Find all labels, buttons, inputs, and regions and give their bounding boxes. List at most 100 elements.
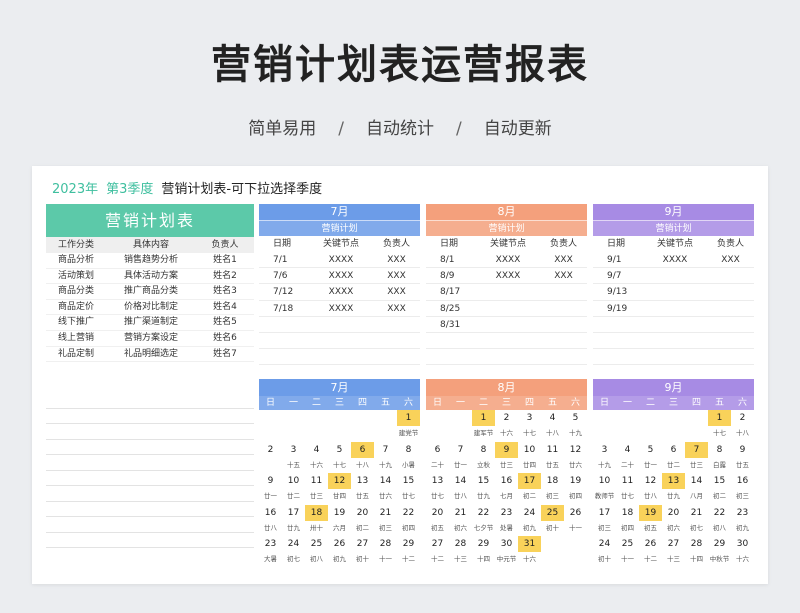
calendar-day[interactable]: 28 十四 <box>685 536 708 568</box>
table-row[interactable]: 线上营销 营销方案设定 姓名6 <box>46 331 254 347</box>
calendar-day[interactable]: 12 廿六 <box>564 442 587 474</box>
calendar-day[interactable]: 15 廿九 <box>472 473 495 505</box>
calendar-day[interactable]: 5 廿一 <box>639 442 662 474</box>
calendar-day[interactable]: 12 甘四 <box>328 473 351 505</box>
calendar-day[interactable]: 14 廿八 <box>449 473 472 505</box>
calendar-day[interactable]: 20 初二 <box>351 505 374 537</box>
calendar-day[interactable]: 20 初六 <box>662 505 685 537</box>
calendar-day[interactable]: 1 建军节 <box>472 410 495 442</box>
calendar-day[interactable]: 24 初七 <box>282 536 305 568</box>
calendar-day[interactable]: 25 十一 <box>616 536 639 568</box>
empty-row[interactable] <box>46 393 254 409</box>
calendar-day[interactable]: 23 初九 <box>731 505 754 537</box>
quarter-selector[interactable]: 第3季度 <box>106 182 153 197</box>
calendar-day[interactable]: 18 初三 <box>541 473 564 505</box>
table-row[interactable] <box>426 349 587 366</box>
calendar-day[interactable]: 31 十六 <box>518 536 541 568</box>
calendar-day[interactable]: 23 处暑 <box>495 505 518 537</box>
calendar-day[interactable]: 7 十九 <box>374 442 397 474</box>
calendar-day[interactable]: 14 八月 <box>685 473 708 505</box>
calendar-day[interactable]: 10 廿二 <box>282 473 305 505</box>
table-row[interactable]: 7/12 XXXX XXX <box>259 284 420 301</box>
calendar-day[interactable]: 22 初四 <box>397 505 420 537</box>
table-row[interactable]: 商品分类 推广商品分类 姓名3 <box>46 284 254 300</box>
table-row[interactable]: 礼品定制 礼品明细选定 姓名7 <box>46 347 254 363</box>
calendar-day[interactable]: 13 廿五 <box>351 473 374 505</box>
empty-row[interactable] <box>46 486 254 502</box>
calendar-day[interactable]: 23 大暑 <box>259 536 282 568</box>
table-row[interactable]: 线下推广 推广渠道制定 姓名5 <box>46 315 254 331</box>
calendar-day[interactable]: 5 十七 <box>328 442 351 474</box>
calendar-day[interactable]: 10 教师节 <box>593 473 616 505</box>
calendar-day[interactable]: 26 十一 <box>564 505 587 537</box>
calendar-day[interactable]: 2 <box>259 442 282 474</box>
calendar-day[interactable]: 11 廿五 <box>541 442 564 474</box>
calendar-day[interactable]: 24 初九 <box>518 505 541 537</box>
empty-row[interactable] <box>46 440 254 455</box>
calendar-day[interactable]: 8 立秋 <box>472 442 495 474</box>
calendar-day[interactable]: 4 十八 <box>541 410 564 442</box>
calendar-day[interactable]: 2 十八 <box>731 410 754 442</box>
calendar-day[interactable]: 9 廿五 <box>731 442 754 474</box>
calendar-day[interactable]: 30 中元节 <box>495 536 518 568</box>
table-row[interactable]: 9/7 <box>593 268 754 285</box>
calendar-day[interactable]: 3 十七 <box>518 410 541 442</box>
calendar-day[interactable]: 24 初十 <box>593 536 616 568</box>
calendar-day[interactable]: 18 卅十 <box>305 504 328 537</box>
calendar-day[interactable]: 8 小暑 <box>397 442 420 474</box>
table-row[interactable] <box>259 349 420 366</box>
calendar-day[interactable]: 15 廿七 <box>397 473 420 505</box>
empty-row[interactable] <box>46 409 254 424</box>
calendar-day[interactable]: 28 十一 <box>374 536 397 568</box>
calendar-day[interactable]: 9 廿三 <box>495 441 518 474</box>
table-row[interactable]: 商品定价 价格对比制定 姓名4 <box>46 300 254 316</box>
calendar-day[interactable]: 27 十二 <box>426 536 449 568</box>
calendar-day[interactable]: 17 初二 <box>518 473 541 505</box>
calendar-day[interactable]: 6 二十 <box>426 442 449 474</box>
calendar-day[interactable]: 29 十二 <box>397 536 420 568</box>
calendar-day[interactable]: 16 七月 <box>495 473 518 505</box>
table-row[interactable]: 7/18 XXXX XXX <box>259 301 420 317</box>
calendar-day[interactable]: 16 初三 <box>731 473 754 505</box>
calendar-day[interactable]: 5 十九 <box>564 410 587 442</box>
table-row[interactable]: 7/6 XXXX XXX <box>259 268 420 285</box>
calendar-day[interactable]: 29 十四 <box>472 536 495 568</box>
calendar-day[interactable]: 16 廿八 <box>259 505 282 537</box>
calendar-day[interactable]: 26 初九 <box>328 536 351 568</box>
calendar-day[interactable]: 1 十七 <box>708 410 731 442</box>
empty-row[interactable] <box>46 471 254 486</box>
table-row[interactable]: 7/1 XXXX XXX <box>259 252 420 269</box>
year-selector[interactable]: 2023年 <box>52 182 98 197</box>
calendar-day[interactable]: 13 廿七 <box>426 473 449 505</box>
calendar-day[interactable]: 25 初十 <box>541 504 564 537</box>
calendar-day[interactable]: 21 初三 <box>374 505 397 537</box>
table-row[interactable]: 9/13 <box>593 284 754 301</box>
calendar-day[interactable]: 21 初六 <box>449 505 472 537</box>
calendar-day[interactable]: 29 中秋节 <box>708 536 731 568</box>
calendar-day[interactable]: 22 初八 <box>708 505 731 537</box>
calendar-day[interactable]: 27 初十 <box>351 536 374 568</box>
table-row[interactable]: 9/19 <box>593 301 754 317</box>
calendar-day[interactable]: 10 廿四 <box>518 442 541 474</box>
calendar-day[interactable]: 11 廿三 <box>305 473 328 505</box>
calendar-day[interactable]: 30 十六 <box>731 536 754 568</box>
table-row[interactable]: 8/17 <box>426 284 587 301</box>
calendar-day[interactable]: 9 廿一 <box>259 473 282 505</box>
empty-row[interactable] <box>46 517 254 533</box>
calendar-day[interactable]: 22 七夕节 <box>472 505 495 537</box>
table-row[interactable] <box>259 333 420 350</box>
calendar-day[interactable]: 19 初五 <box>639 504 662 537</box>
table-row[interactable]: 商品分析 销售趋势分析 姓名1 <box>46 253 254 269</box>
empty-row[interactable] <box>46 502 254 517</box>
calendar-day[interactable]: 27 十三 <box>662 536 685 568</box>
table-row[interactable] <box>593 349 754 366</box>
empty-row[interactable] <box>46 424 254 440</box>
calendar-day[interactable]: 11 廿七 <box>616 473 639 505</box>
calendar-day[interactable]: 19 初四 <box>564 473 587 505</box>
calendar-day[interactable]: 28 十三 <box>449 536 472 568</box>
calendar-day[interactable]: 20 初五 <box>426 505 449 537</box>
calendar-day[interactable]: 7 廿三 <box>685 441 708 474</box>
table-row[interactable]: 8/1 XXXX XXX <box>426 252 587 269</box>
table-row[interactable] <box>593 333 754 350</box>
table-row[interactable] <box>426 333 587 350</box>
